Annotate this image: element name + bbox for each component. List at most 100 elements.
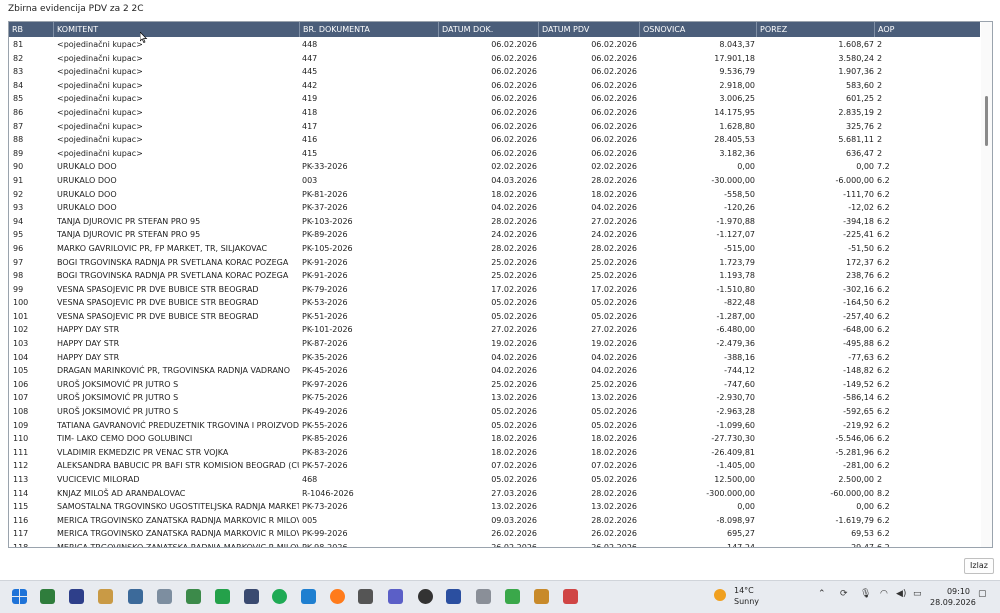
mail-icon[interactable] xyxy=(157,589,172,604)
table-row[interactable]: 104 HAPPY DAY STR PK-35-2026 04.02.2026 04.0… xyxy=(9,351,980,365)
col-header-datum-dok[interactable]: DATUM DOK. xyxy=(439,22,539,37)
table-row[interactable]: 114 KNJAZ MILOŠ AD ARANĐALOVAC R-1046-2026… xyxy=(9,487,980,501)
table-row[interactable]: 97 BOGI TRGOVINSKA RADNJA PR SVETLANA KOR… xyxy=(9,256,980,270)
table-row[interactable]: 110 TIM- LAKO CEMO DOO GOLUBINCI PK-85-202… xyxy=(9,432,980,446)
cell-br-dokumenta: 418 xyxy=(302,107,318,117)
table-row[interactable]: 111 VLADIMIR EKMEDZIC PR VENAC STR VOJKA P… xyxy=(9,446,980,460)
chat-icon[interactable] xyxy=(272,589,287,604)
table-row[interactable]: 107 UROŠ JOKSIMOVIĆ PR JUTRO S PK-75-2026 1… xyxy=(9,391,980,405)
cell-datum-pdv: 04.02.2026 xyxy=(591,366,637,376)
excel-icon[interactable] xyxy=(40,589,55,604)
table-row[interactable]: 117 MERICA TRGOVINSKO ZANATSKA RADNJA MAR… xyxy=(9,527,980,541)
col-header-datum-pdv[interactable]: DATUM PDV xyxy=(539,22,640,37)
clock[interactable]: 09:10 28.09.2026 xyxy=(930,586,976,608)
cell-porez: -281,00 xyxy=(843,461,874,471)
windows-start-icon[interactable] xyxy=(12,589,27,604)
chevron-up-icon[interactable]: ⌃ xyxy=(818,589,826,599)
cell-komitent: ALEKSANDRA BABUCIC PR BAFI STR KOMISION … xyxy=(57,461,299,471)
cell-osnovica: -1.287,00 xyxy=(716,311,755,321)
archive-icon[interactable] xyxy=(476,589,491,604)
weather-widget[interactable]: 14°C Sunny xyxy=(714,584,774,608)
col-header-aop[interactable]: AOP xyxy=(875,22,980,37)
database-icon[interactable] xyxy=(128,589,143,604)
table-row[interactable]: 105 DRAGAN MARINKOVIĆ PR, TRGOVINSKA RADN… xyxy=(9,364,980,378)
table-row[interactable]: 84 <pojedinačni kupac> 442 06.02.2026 06.02.… xyxy=(9,79,980,93)
col-header-rb[interactable]: RB xyxy=(9,22,54,37)
table-row[interactable]: 113 VUCICEVIC MILORAD 468 05.02.2026 05.02.2… xyxy=(9,473,980,487)
cell-rb: 85 xyxy=(13,94,24,104)
table-row[interactable]: 115 SAMOSTALNA TRGOVINSKO UGOSTITELJSKA R… xyxy=(9,500,980,514)
table-row[interactable]: 93 URUKALO DOO PK-37-2026 04.02.2026 04.02.2… xyxy=(9,201,980,215)
cell-datum-dok: 06.02.2026 xyxy=(491,148,537,158)
table-row[interactable]: 99 VESNA SPASOJEVIC PR DVE BUBICE STR BEO… xyxy=(9,283,980,297)
col-header-komitent[interactable]: KOMITENT xyxy=(54,22,300,37)
photos-icon[interactable] xyxy=(301,589,316,604)
download-icon[interactable] xyxy=(505,589,520,604)
cell-aop: 6.2 xyxy=(877,189,890,199)
cell-br-dokumenta: PK-103-2026 xyxy=(302,216,353,226)
tools-icon[interactable] xyxy=(358,589,373,604)
table-row[interactable]: 108 UROŠ JOKSIMOVIĆ PR JUTRO S PK-49-2026 0… xyxy=(9,405,980,419)
table-row[interactable]: 94 TANJA DJUROVIC PR STEFAN PRO 95 PK-103-… xyxy=(9,215,980,229)
monitor-icon[interactable] xyxy=(186,589,201,604)
scrollbar-thumb[interactable] xyxy=(985,96,988,146)
volume-icon[interactable]: ◀) xyxy=(896,589,906,599)
cell-osnovica: 0,00 xyxy=(737,502,755,512)
table-row[interactable]: 118MERICA TRGOVINSKO ZANATSKA RADNJA MAR… xyxy=(9,541,980,547)
settings-icon[interactable] xyxy=(418,589,433,604)
cell-datum-dok: 06.02.2026 xyxy=(491,40,537,49)
table-row[interactable]: 112 ALEKSANDRA BABUCIC PR BAFI STR KOMISI… xyxy=(9,459,980,473)
table-row[interactable]: 116 MERICA TRGOVINSKO ZANATSKA RADNJA MAR… xyxy=(9,514,980,528)
table-row[interactable]: 82 <pojedinačni kupac> 447 06.02.2026 06.02.… xyxy=(9,52,980,66)
spreadsheet-icon[interactable] xyxy=(215,589,230,604)
table-row[interactable]: 102 HAPPY DAY STR PK-101-2026 27.02.2026 27.… xyxy=(9,323,980,337)
battery-icon[interactable]: ▭ xyxy=(913,589,922,599)
table-row[interactable]: 92 URUKALO DOO PK-81-2026 18.02.2026 18.02.2… xyxy=(9,188,980,202)
table-row[interactable]: 106 UROŠ JOKSIMOVIĆ PR JUTRO S PK-97-2026 2… xyxy=(9,378,980,392)
cell-datum-dok: 05.02.2026 xyxy=(491,475,537,484)
cell-aop: 6.2 xyxy=(877,257,890,267)
cell-komitent: TANJA DJUROVIC PR STEFAN PRO 95 xyxy=(57,230,201,240)
teams-icon[interactable] xyxy=(388,589,403,604)
profile-icon[interactable] xyxy=(244,589,259,604)
col-header-osnovica[interactable]: OSNOVICA xyxy=(640,22,757,37)
cell-komitent: SAMOSTALNA TRGOVINSKO UGOSTITELJSKA RADN… xyxy=(57,502,299,512)
table-row[interactable]: 83 <pojedinačni kupac> 445 06.02.2026 06.02.… xyxy=(9,65,980,79)
cell-osnovica: -515,00 xyxy=(724,243,755,253)
cell-komitent: DRAGAN MARINKOVIĆ PR, TRGOVINSKA RADNJA … xyxy=(57,366,291,376)
col-header-porez[interactable]: POREZ xyxy=(757,22,875,37)
folder-icon[interactable] xyxy=(534,589,549,604)
table-row[interactable]: 91 URUKALO DOO 003 04.03.2026 28.02.2026 -30.… xyxy=(9,174,980,188)
table-row[interactable]: 86 <pojedinačni kupac> 418 06.02.2026 06.02.… xyxy=(9,106,980,120)
table-row[interactable]: 98 BOGI TRGOVINSKA RADNJA PR SVETLANA KOR… xyxy=(9,269,980,283)
table-row[interactable]: 101 VESNA SPASOJEVIC PR DVE BUBICE STR BE… xyxy=(9,310,980,324)
table-row[interactable]: 87 <pojedinačni kupac> 417 06.02.2026 06.02.… xyxy=(9,120,980,134)
cell-aop: 7.2 xyxy=(877,162,890,172)
microphone-icon[interactable]: 🎙 xyxy=(860,589,871,599)
refresh-icon[interactable]: ⟳ xyxy=(840,589,848,599)
table-row[interactable]: 96 MARKO GAVRILOVIC PR, FP MARKET, TR, SI… xyxy=(9,242,980,256)
table-row[interactable]: 109 TATIANA GAVRANOVIĆ PREDUZETNIK TRGOVI… xyxy=(9,419,980,433)
cell-datum-pdv: 05.02.2026 xyxy=(591,475,637,484)
wifi-icon[interactable]: ◠ xyxy=(880,589,888,599)
notification-icon[interactable]: ▢ xyxy=(978,589,987,599)
notepad-icon[interactable] xyxy=(98,589,113,604)
table-row[interactable]: 85 <pojedinačni kupac> 419 06.02.2026 06.02.… xyxy=(9,92,980,106)
firefox-icon[interactable] xyxy=(330,589,345,604)
cell-datum-pdv: 25.02.2026 xyxy=(591,257,637,267)
table-row[interactable]: 95 TANJA DJUROVIC PR STEFAN PRO 95 PK-89-2… xyxy=(9,228,980,242)
save-icon[interactable] xyxy=(69,589,84,604)
table-row[interactable]: 103 HAPPY DAY STR PK-87-2026 19.02.2026 19.0… xyxy=(9,337,980,351)
table-row[interactable]: 88 <pojedinačni kupac> 416 06.02.2026 06.02.… xyxy=(9,133,980,147)
table-row[interactable]: 90 URUKALO DOO PK-33-2026 02.02.2026 02.02.2… xyxy=(9,160,980,174)
vertical-scrollbar[interactable] xyxy=(981,22,992,547)
cell-rb: 109 xyxy=(13,420,29,430)
table-row[interactable]: 81 <pojedinačni kupac> 448 06.02.2026 06.02.… xyxy=(9,38,980,52)
table-row[interactable]: 100 VESNA SPASOJEVIC PR DVE BUBICE STR BE… xyxy=(9,296,980,310)
col-header-br-dokumenta[interactable]: BR. DOKUMENTA xyxy=(300,22,439,37)
document-icon[interactable] xyxy=(446,589,461,604)
table-row[interactable]: 89 <pojedinačni kupac> 415 06.02.2026 06.02.… xyxy=(9,147,980,161)
close-button[interactable]: Izlaz xyxy=(964,558,994,574)
edit-icon[interactable] xyxy=(563,589,578,604)
vat-records-table[interactable]: RB KOMITENT BR. DOKUMENTA DATUM DOK. DAT… xyxy=(8,21,993,548)
